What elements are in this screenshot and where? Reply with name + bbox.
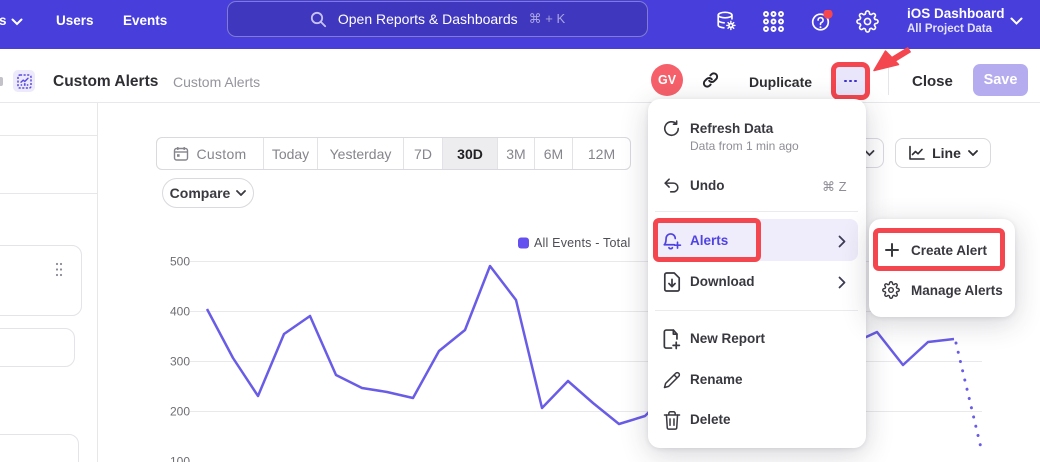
svg-text:200: 200 (170, 405, 190, 419)
svg-text:300: 300 (170, 355, 190, 369)
svg-text:100: 100 (170, 455, 190, 462)
svg-text:All Events - Total: All Events - Total (534, 236, 630, 250)
svg-text:500: 500 (170, 255, 190, 269)
svg-text:400: 400 (170, 305, 190, 319)
